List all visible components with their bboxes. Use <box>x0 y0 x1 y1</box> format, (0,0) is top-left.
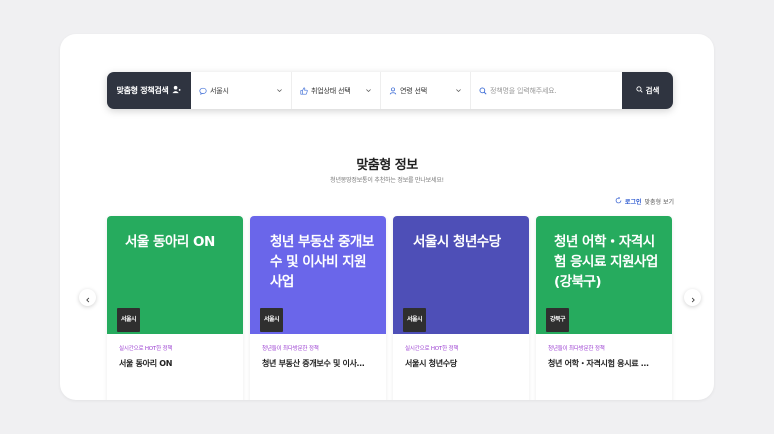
card-thumbnail-title: 서울시 청년수당 <box>413 234 501 250</box>
refresh-icon <box>615 196 622 206</box>
card-thumbnail-title: 서울 동아리 ON <box>125 234 215 250</box>
region-badge: 서울시 <box>403 308 427 332</box>
region-badge: 강북구 <box>546 308 570 332</box>
region-badge: 서울시 <box>260 308 284 332</box>
chat-bubble-icon <box>199 87 207 95</box>
chevron-down-icon <box>276 87 283 94</box>
policy-search-bar: 맞춤형 정책검색 서울시 취업상태 선택 연령 선택 정책명을 입력해주세요. … <box>107 72 673 109</box>
search-bar-title-label: 맞춤형 정책검색 <box>116 86 169 95</box>
card-category: 실시간으로 HOT한 정책 <box>119 346 173 352</box>
card-name: 청년 어학・자격시험 응시료 … <box>548 359 649 368</box>
card-thumbnail-title: 청년 부동산 중개보수 및 이사비 지원사업 <box>270 234 374 290</box>
job-status-select-value: 취업상태 선택 <box>311 86 351 95</box>
policy-card[interactable]: 청년 부동산 중개보수 및 이사비 지원사업 서울시 청년들이 최다방문한 정책… <box>250 216 386 400</box>
region-select[interactable]: 서울시 <box>191 72 292 109</box>
age-select-value: 연령 선택 <box>400 86 427 95</box>
section-subtitle: 청년몽땅정보통이 추천하는 정보를 만나보세요! <box>330 177 444 184</box>
person-icon <box>389 86 397 95</box>
card-name: 서울 동아리 ON <box>119 359 173 368</box>
chevron-down-icon <box>365 87 372 94</box>
card-thumbnail-title: 청년 어학・자격시험 응시료 지원사업(강북구) <box>554 234 658 290</box>
main-frame: 맞춤형 정책검색 서울시 취업상태 선택 연령 선택 정책명을 입력해주세요. … <box>60 34 714 400</box>
region-badge: 서울시 <box>117 308 141 332</box>
thumbs-up-icon <box>300 86 308 95</box>
search-icon <box>479 87 487 95</box>
login-link-text: 맞춤형 보기 <box>644 199 674 206</box>
card-thumbnail: 청년 어학・자격시험 응시료 지원사업(강북구) 강북구 <box>536 216 672 334</box>
search-bar-title: 맞춤형 정책검색 <box>107 72 191 109</box>
card-thumbnail: 서울시 청년수당 서울시 <box>393 216 529 334</box>
chevron-down-icon <box>455 87 462 94</box>
search-button[interactable]: 검색 <box>622 72 673 109</box>
card-category: 청년들이 최다방문한 정책 <box>262 346 319 352</box>
age-select[interactable]: 연령 선택 <box>381 72 471 109</box>
policy-card[interactable]: 서울 동아리 ON 서울시 실시간으로 HOT한 정책 서울 동아리 ON <box>107 216 243 400</box>
chevron-right-icon <box>690 288 696 307</box>
policy-card[interactable]: 청년 어학・자격시험 응시료 지원사업(강북구) 강북구 청년들이 최다방문한 … <box>536 216 672 400</box>
card-name: 서울시 청년수당 <box>405 359 457 368</box>
search-button-label: 검색 <box>645 86 660 95</box>
carousel-prev-button[interactable] <box>79 289 96 306</box>
region-select-value: 서울시 <box>210 86 229 95</box>
card-thumbnail: 서울 동아리 ON 서울시 <box>107 216 243 334</box>
search-icon <box>636 86 643 95</box>
policy-name-placeholder: 정책명을 입력해주세요. <box>490 86 557 95</box>
login-link-emphasis: 로그인 <box>624 199 642 206</box>
carousel-next-button[interactable] <box>684 289 701 306</box>
user-icon <box>172 85 182 96</box>
card-category: 실시간으로 HOT한 정책 <box>405 346 459 352</box>
job-status-select[interactable]: 취업상태 선택 <box>292 72 381 109</box>
login-custom-link[interactable]: 로그인 맞춤형 보기 <box>615 196 674 206</box>
chevron-left-icon <box>85 288 91 307</box>
policy-card[interactable]: 서울시 청년수당 서울시 실시간으로 HOT한 정책 서울시 청년수당 <box>393 216 529 400</box>
card-name: 청년 부동산 중개보수 및 이사… <box>262 359 365 368</box>
card-category: 청년들이 최다방문한 정책 <box>548 346 605 352</box>
policy-name-input[interactable]: 정책명을 입력해주세요. <box>471 72 622 109</box>
card-thumbnail: 청년 부동산 중개보수 및 이사비 지원사업 서울시 <box>250 216 386 334</box>
section-title: 맞춤형 정보 <box>356 158 418 173</box>
